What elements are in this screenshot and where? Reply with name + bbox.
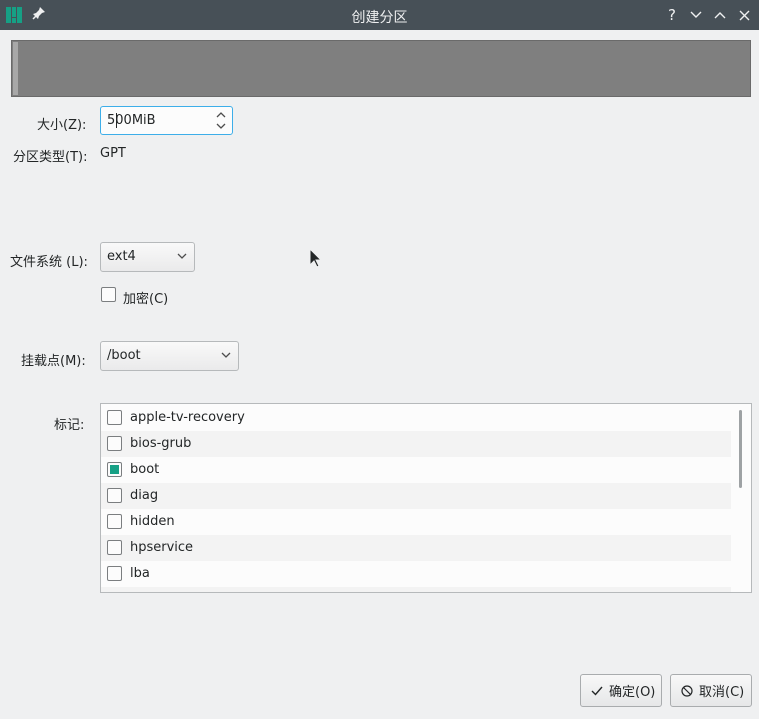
list-item[interactable]: apple-tv-recovery: [101, 405, 731, 431]
flag-checkbox[interactable]: [107, 514, 122, 529]
flags-label: 标记:: [54, 418, 85, 433]
flag-label: bios-grub: [130, 436, 192, 451]
filesystem-label: 文件系统 (L):: [10, 255, 88, 270]
maximize-icon[interactable]: [709, 4, 731, 26]
flag-checkbox[interactable]: [107, 540, 122, 555]
title-bar: 创建分区 ?: [0, 0, 759, 30]
flag-checkbox[interactable]: [107, 488, 122, 503]
encrypt-label[interactable]: 加密(C): [123, 288, 168, 307]
list-item[interactable]: hpservice: [101, 535, 731, 561]
flag-label: hpservice: [130, 540, 194, 555]
flag-checkbox[interactable]: [107, 592, 122, 593]
mount-point-value: /boot: [107, 348, 141, 363]
list-item[interactable]: bios-grub: [101, 431, 731, 457]
list-item[interactable]: [101, 587, 731, 593]
chevron-down-icon: [221, 352, 231, 358]
filesystem-combo[interactable]: ext4: [100, 242, 195, 272]
flag-label: hidden: [130, 514, 175, 529]
encrypt-checkbox[interactable]: [101, 287, 116, 302]
list-item[interactable]: diag: [101, 483, 731, 509]
filesystem-value: ext4: [107, 249, 136, 264]
chevron-down-icon: [177, 253, 187, 259]
text-caret: [116, 113, 117, 128]
flag-label: diag: [130, 488, 159, 503]
size-value: 500MiB: [107, 113, 156, 128]
scrollbar[interactable]: [739, 410, 742, 488]
partition-bar: [11, 40, 751, 97]
mount-point-label: 挂载点(M):: [21, 354, 86, 369]
flag-checkbox[interactable]: [107, 436, 122, 451]
cancel-button[interactable]: 取消(C): [670, 674, 752, 707]
list-item[interactable]: lba: [101, 561, 731, 587]
flag-checkbox[interactable]: [107, 566, 122, 581]
spin-arrows-icon[interactable]: [216, 109, 226, 132]
mouse-cursor-icon: [309, 248, 322, 268]
flag-label: apple-tv-recovery: [130, 410, 245, 425]
ok-button[interactable]: 确定(O): [580, 674, 662, 707]
partition-type-label: 分区类型(T):: [13, 150, 88, 165]
close-icon[interactable]: [733, 4, 755, 26]
ok-button-label: 确定(O): [609, 685, 656, 700]
flags-list[interactable]: apple-tv-recovery bios-grub boot diag hi…: [100, 403, 752, 593]
cancel-button-label: 取消(C): [699, 685, 745, 700]
minimize-icon[interactable]: [685, 4, 707, 26]
mount-point-combo[interactable]: /boot: [100, 341, 239, 371]
flag-label: boot: [130, 462, 160, 477]
help-icon[interactable]: ?: [661, 4, 683, 26]
partition-bar-handle[interactable]: [13, 42, 18, 95]
cancel-icon: [681, 684, 693, 697]
checkmark-icon: [591, 686, 603, 696]
size-spinbox[interactable]: 500MiB: [100, 106, 233, 135]
flag-checkbox[interactable]: [107, 410, 122, 425]
flag-checkbox[interactable]: [107, 462, 122, 477]
window-title: 创建分区: [351, 10, 408, 26]
list-item[interactable]: hidden: [101, 509, 731, 535]
partition-type-value: GPT: [100, 146, 126, 161]
flag-label: lba: [130, 566, 150, 581]
size-label: 大小(Z):: [37, 118, 87, 133]
list-item[interactable]: boot: [101, 457, 731, 483]
